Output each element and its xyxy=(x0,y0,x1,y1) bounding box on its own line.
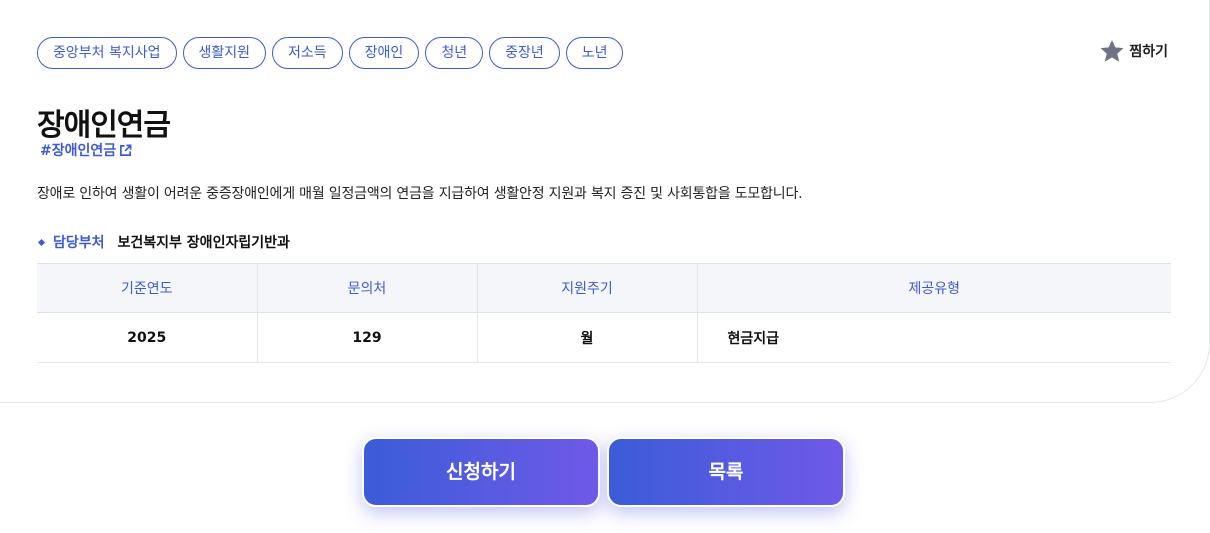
bullet-icon xyxy=(37,238,46,246)
table-row: 2025 129 월 현금지급 xyxy=(37,312,1171,363)
cell-provision-type: 현금지급 xyxy=(696,312,1171,363)
tag-middle-aged[interactable]: 중장년 xyxy=(489,37,560,69)
header-base-year: 기준연도 xyxy=(120,281,173,297)
department-label: 담당부처 xyxy=(53,235,105,251)
hashtag-text: #장애인연금 xyxy=(40,143,117,159)
bookmark-button[interactable]: 찜하기 xyxy=(1099,38,1168,64)
department-info: 담당부처 보건복지부 장애인자립기반과 xyxy=(37,232,290,252)
tag-living-support[interactable]: 생활지원 xyxy=(182,37,267,69)
tag-elderly[interactable]: 노년 xyxy=(565,37,624,69)
tag-disabled[interactable]: 장애인 xyxy=(348,37,420,69)
list-button[interactable]: 목록 xyxy=(607,437,845,507)
tag-low-income[interactable]: 저소득 xyxy=(272,37,343,69)
info-table: 기준연도 문의처 지원주기 제공유형 2025 129 월 현금지급 xyxy=(37,263,1171,363)
cell-support-cycle: 월 xyxy=(476,312,697,363)
tag-list: 중앙부처 복지사업 생활지원 저소득 장애인 청년 중장년 노년 xyxy=(37,37,624,69)
table-header-row: 기준연도 문의처 지원주기 제공유형 xyxy=(37,263,1171,313)
tag-central-welfare[interactable]: 중앙부처 복지사업 xyxy=(37,37,177,69)
description: 장애로 인하여 생활이 어려운 중증장애인에게 매월 일정금액의 연금을 지급하… xyxy=(37,186,803,202)
hashtag-link[interactable]: #장애인연금 xyxy=(40,140,132,160)
header-support-cycle: 지원주기 xyxy=(476,263,697,313)
star-icon xyxy=(1100,39,1124,62)
header-contact: 문의처 xyxy=(256,263,477,313)
external-link-icon xyxy=(120,144,132,156)
page-title: 장애인연금 xyxy=(37,108,171,143)
department-value: 보건복지부 장애인자립기반과 xyxy=(117,235,290,251)
bookmark-label: 찜하기 xyxy=(1129,44,1168,60)
apply-button[interactable]: 신청하기 xyxy=(362,437,600,507)
tag-youth[interactable]: 청년 xyxy=(425,37,484,69)
cell-base-year: 2025 xyxy=(127,329,167,346)
header-provision-type: 제공유형 xyxy=(696,263,1171,313)
cell-contact: 129 xyxy=(256,312,477,363)
